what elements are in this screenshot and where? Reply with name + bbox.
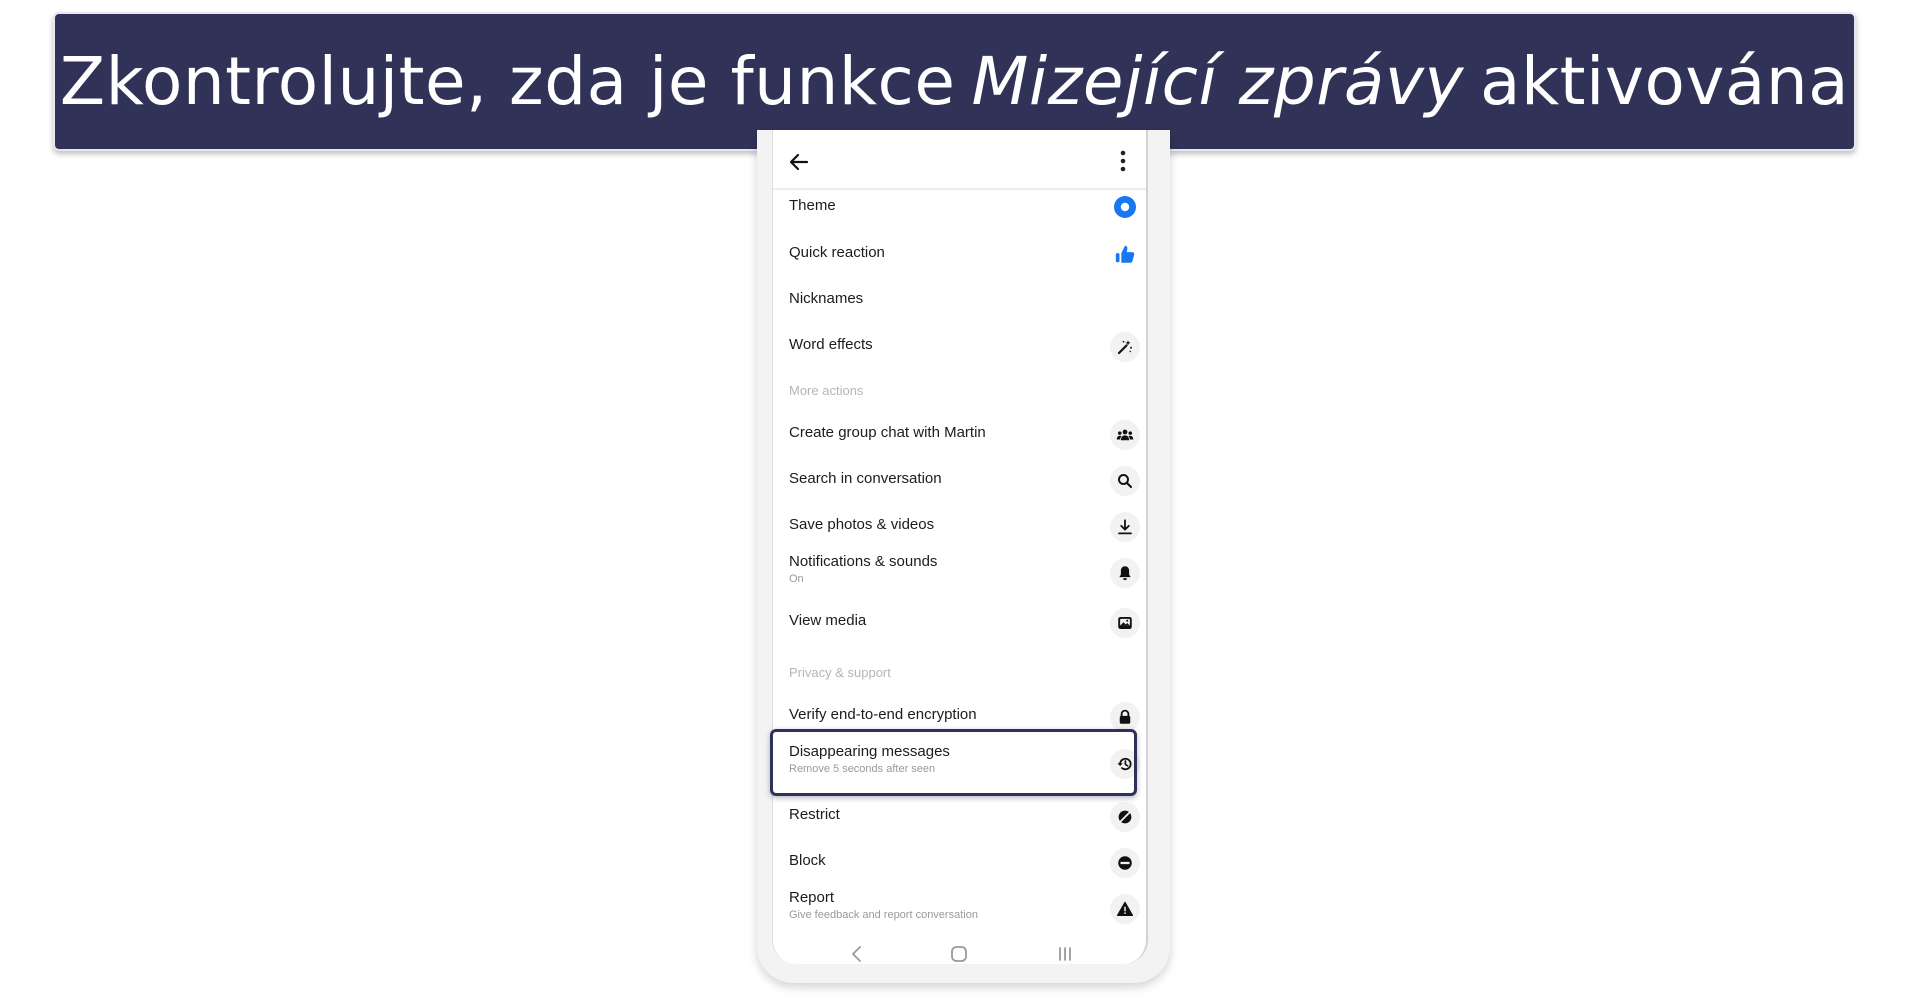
search-icon [1110,466,1140,496]
section-header-more-actions: More actions [789,383,864,398]
menu-item-label: Quick reaction [789,244,885,261]
download-icon [1110,512,1140,542]
arrow-left-icon[interactable] [787,150,811,174]
menu-item-label: Notifications & sounds [789,553,938,570]
image-icon [1110,608,1140,638]
menu-item-label: View media [789,612,867,629]
group-icon [1110,420,1140,450]
history-icon [1110,749,1140,779]
menu-item-search[interactable]: Search in conversation [773,464,1146,498]
menu-item-label: Block [789,852,826,869]
section-header-privacy-support: Privacy & support [789,665,891,680]
banner-text-before: Zkontrolujte, zda je funkce [59,43,956,120]
nav-home-icon[interactable] [947,942,971,964]
menu-item-sublabel: On [789,573,804,585]
menu-item-label: Theme [789,197,836,214]
menu-item-label: Search in conversation [789,470,942,487]
menu-item-label: Verify end-to-end encryption [789,706,977,723]
nav-back-icon[interactable] [845,942,869,964]
theme-circle-icon [1110,192,1140,222]
menu-item-label: Nicknames [789,290,864,307]
magic-wand-icon [1110,332,1140,362]
thumbs-up-icon [1110,239,1140,269]
menu-item-label: Disappearing messages [789,743,950,760]
menu-item-sublabel: Remove 5 seconds after seen [789,763,936,775]
menu-item-disappearing-messages[interactable]: Disappearing messages Remove 5 seconds a… [773,740,1146,786]
nav-recents-icon[interactable] [1053,942,1077,964]
warning-icon [1110,894,1140,924]
top-bar [773,130,1146,190]
menu-item-sublabel: Give feedback and report conversation [789,909,978,921]
bell-icon [1110,558,1140,588]
block-icon [1110,848,1140,878]
menu-item-label: Create group chat with Martin [789,424,986,441]
more-vertical-icon[interactable] [1120,150,1126,172]
menu-item-theme[interactable]: Theme [773,192,1146,226]
menu-item-quick-reaction[interactable]: Quick reaction [773,238,1146,272]
menu-item-label: Report [789,889,835,906]
menu-item-word-effects[interactable]: Word effects [773,330,1146,364]
menu-item-view-media[interactable]: View media [773,606,1146,640]
menu-item-verify-encryption[interactable]: Verify end-to-end encryption [773,700,1146,734]
restrict-icon [1110,802,1140,832]
menu-item-notifications[interactable]: Notifications & sounds On [773,550,1146,594]
android-nav-bar [773,942,1146,964]
menu-item-report[interactable]: Report Give feedback and report conversa… [773,886,1146,930]
phone-screen: Theme Quick reaction Nicknames Word effe… [772,130,1148,964]
menu-item-label: Restrict [789,806,840,823]
menu-item-label: Word effects [789,336,873,353]
menu-item-nicknames[interactable]: Nicknames [773,284,1146,318]
lock-icon [1110,702,1140,732]
banner-text-after: aktivována [1480,43,1850,120]
menu-item-save-media[interactable]: Save photos & videos [773,510,1146,544]
banner-text-emphasis: Mizející zprávy [971,43,1464,120]
menu-item-label: Save photos & videos [789,516,935,533]
menu-item-restrict[interactable]: Restrict [773,800,1146,834]
menu-item-create-group[interactable]: Create group chat with Martin [773,418,1146,452]
menu-item-block[interactable]: Block [773,846,1146,880]
phone-frame: Theme Quick reaction Nicknames Word effe… [757,130,1170,983]
